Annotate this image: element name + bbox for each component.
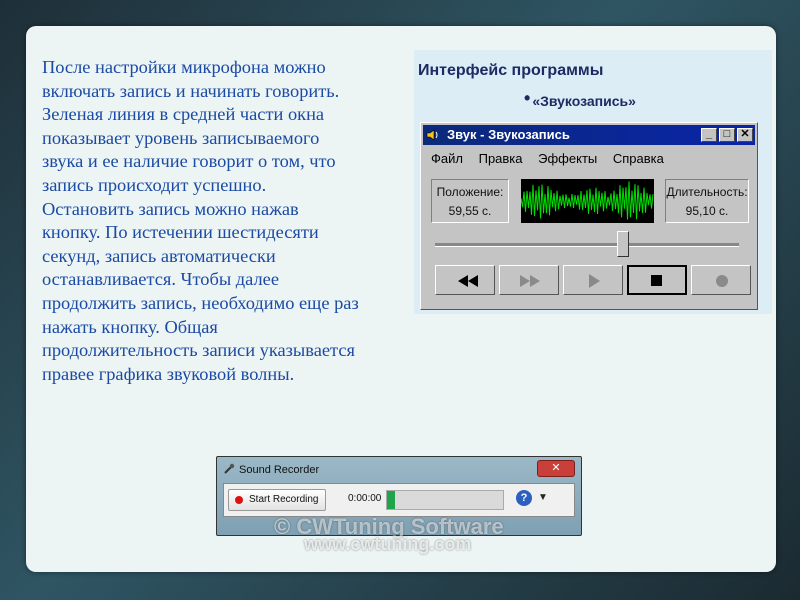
- sound-recorder-title: Sound Recorder: [239, 464, 320, 476]
- elapsed-time: 0:00:00: [348, 493, 382, 504]
- chevron-down-icon[interactable]: ▼: [538, 492, 548, 503]
- window-title: Звук - Звукозапись: [447, 127, 570, 142]
- waveform-graph: [520, 181, 654, 220]
- level-meter: [386, 490, 504, 510]
- record-icon: [716, 275, 728, 287]
- position-slider-track[interactable]: [435, 243, 739, 247]
- waveform-line: [520, 181, 654, 220]
- start-recording-button[interactable]: Start Recording: [228, 489, 326, 511]
- position-box: Положение: 59,55 с.: [431, 179, 509, 223]
- position-slider-thumb[interactable]: [617, 231, 630, 257]
- slide-card: После настройки микрофона можно включать…: [26, 26, 776, 572]
- panel-subtitle: • «Звукозапись»: [524, 88, 636, 111]
- menu-edit[interactable]: Правка: [479, 151, 523, 166]
- play-icon: [589, 274, 600, 288]
- fast-forward-icon: [520, 275, 540, 287]
- duration-box: Длительность: 95,10 с.: [665, 179, 749, 223]
- menu-help[interactable]: Справка: [613, 151, 664, 166]
- title-bar[interactable]: Звук - Звукозапись _ □ ✕: [423, 125, 755, 145]
- close-button[interactable]: ✕: [537, 460, 575, 477]
- speaker-icon: [426, 129, 438, 141]
- slide-paragraph: После настройки микрофона можно включать…: [42, 57, 359, 384]
- panel-title: Интерфейс программы: [418, 62, 604, 79]
- watermark-url: www.cwtuning.com: [304, 534, 472, 554]
- play-button[interactable]: [563, 265, 623, 295]
- panel-subtitle-text: «Звукозапись»: [532, 93, 636, 109]
- level-meter-fill: [387, 491, 395, 509]
- start-recording-label: Start Recording: [249, 494, 319, 505]
- menu-effects[interactable]: Эффекты: [538, 151, 597, 166]
- minimize-button[interactable]: _: [701, 128, 717, 142]
- menu-file[interactable]: Файл: [431, 151, 463, 166]
- maximize-button[interactable]: □: [719, 128, 735, 142]
- duration-label: Длительность:: [666, 185, 748, 199]
- interface-panel: Интерфейс программы • «Звукозапись» Звук …: [414, 50, 772, 314]
- record-button[interactable]: [691, 265, 751, 295]
- menu-bar: Файл Правка Эффекты Справка: [431, 151, 676, 166]
- help-icon[interactable]: ?: [516, 490, 532, 506]
- rewind-button[interactable]: [435, 265, 495, 295]
- microphone-icon: [224, 463, 235, 474]
- rewind-icon: [458, 275, 478, 287]
- position-label: Положение:: [436, 185, 504, 199]
- duration-value: 95,10 с.: [685, 204, 729, 218]
- sound-recorder-body: Start Recording 0:00:00 ? ▼: [223, 483, 575, 517]
- recorder-window: Звук - Звукозапись _ □ ✕ Файл Правка Эфф…: [420, 122, 758, 310]
- waveform-display: [520, 179, 654, 223]
- close-button[interactable]: ✕: [737, 128, 753, 142]
- stop-button[interactable]: [627, 265, 687, 295]
- record-dot-icon: [235, 496, 243, 504]
- fast-forward-button[interactable]: [499, 265, 559, 295]
- bullet-icon: •: [524, 88, 531, 108]
- position-value: 59,55 с.: [448, 204, 492, 218]
- stop-icon: [651, 275, 662, 286]
